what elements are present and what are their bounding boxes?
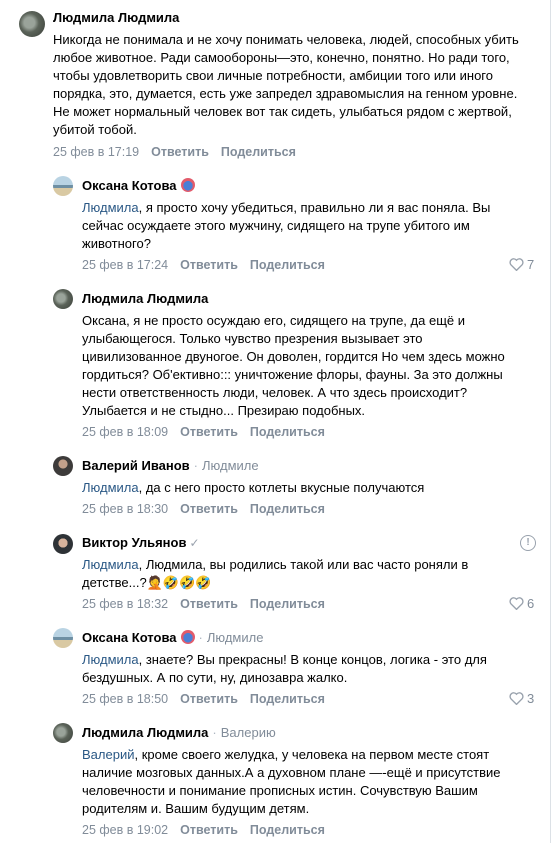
- comments-thread: Людмила Людмила Никогда не понимала и не…: [0, 0, 559, 843]
- reply-button[interactable]: Ответить: [151, 145, 209, 159]
- share-button[interactable]: Поделиться: [250, 258, 325, 272]
- share-button[interactable]: Поделиться: [250, 597, 325, 611]
- comment-date[interactable]: 25 фев в 18:32: [82, 597, 168, 611]
- comment-text: Валерий, кроме своего желудка, у человек…: [82, 747, 501, 816]
- emoji-sequence: 🤦🤣🤣🤣: [146, 575, 212, 590]
- emoji-status-icon: [180, 630, 195, 644]
- author-name[interactable]: Оксана Котова: [82, 630, 177, 645]
- heart-icon: [509, 597, 524, 613]
- share-button[interactable]: Поделиться: [221, 145, 296, 159]
- author-name[interactable]: Людмила Людмила: [82, 725, 208, 740]
- avatar[interactable]: [19, 11, 45, 37]
- avatar[interactable]: [53, 723, 73, 743]
- comment-date[interactable]: 25 фев в 19:02: [82, 823, 168, 837]
- author-name[interactable]: Людмила Людмила: [82, 291, 208, 306]
- avatar[interactable]: [53, 176, 73, 196]
- like-button[interactable]: 3: [509, 691, 534, 708]
- share-button[interactable]: Поделиться: [250, 692, 325, 706]
- like-button[interactable]: 6: [509, 596, 534, 613]
- reply-button[interactable]: Ответить: [180, 425, 238, 439]
- emoji-status-icon: [180, 178, 195, 192]
- comment-text: Людмила, Людмила, вы родились такой или …: [82, 557, 469, 590]
- mention-link[interactable]: Валерий: [82, 747, 134, 762]
- reply-to-link[interactable]: Валерию: [221, 725, 276, 740]
- author-name[interactable]: Оксана Котова: [82, 178, 177, 193]
- like-count: 6: [527, 596, 535, 611]
- author-name[interactable]: Людмила Людмила: [53, 10, 179, 25]
- reply-button[interactable]: Ответить: [180, 597, 238, 611]
- comment-date[interactable]: 25 фев в 18:09: [82, 425, 168, 439]
- avatar[interactable]: [53, 289, 73, 309]
- author-name[interactable]: Виктор Ульянов: [82, 535, 186, 550]
- share-button[interactable]: Поделиться: [250, 425, 325, 439]
- comment-text: Никогда не понимала и не хочу понимать ч…: [53, 32, 519, 137]
- heart-icon: [509, 692, 524, 708]
- like-button[interactable]: 7: [509, 257, 534, 274]
- share-button[interactable]: Поделиться: [250, 823, 325, 837]
- reply-button[interactable]: Ответить: [180, 258, 238, 272]
- comment-text: Людмила, да с него просто котлеты вкусны…: [82, 480, 425, 495]
- mention-link[interactable]: Людмила: [82, 480, 139, 495]
- reply-button[interactable]: Ответить: [180, 502, 238, 516]
- avatar[interactable]: [53, 456, 73, 476]
- comment-text: Людмила, знаете? Вы прекрасны! В конце к…: [82, 652, 487, 685]
- comment-date[interactable]: 25 фев в 18:30: [82, 502, 168, 516]
- comment-text: Оксана, я не просто осуждаю его, сидящег…: [82, 313, 505, 418]
- avatar[interactable]: [53, 534, 73, 554]
- author-name[interactable]: Валерий Иванов: [82, 458, 190, 473]
- reply-to-link[interactable]: Людмиле: [202, 458, 259, 473]
- avatar[interactable]: [53, 628, 73, 648]
- comment-date[interactable]: 25 фев в 18:50: [82, 692, 168, 706]
- mention-link[interactable]: Людмила: [82, 652, 139, 667]
- verified-check-icon: ✓: [189, 536, 200, 550]
- comment-text: Людмила, я просто хочу убедиться, правил…: [82, 200, 491, 251]
- reply-to-link[interactable]: Людмиле: [207, 630, 264, 645]
- like-count: 7: [527, 257, 535, 272]
- mention-link[interactable]: Людмила: [82, 557, 139, 572]
- share-button[interactable]: Поделиться: [250, 502, 325, 516]
- report-icon[interactable]: !: [520, 535, 536, 551]
- comment-date[interactable]: 25 фев в 17:19: [53, 145, 139, 159]
- mention-link[interactable]: Людмила: [82, 200, 139, 215]
- comment-date[interactable]: 25 фев в 17:24: [82, 258, 168, 272]
- like-count: 3: [527, 691, 535, 706]
- heart-icon: [509, 258, 524, 274]
- reply-button[interactable]: Ответить: [180, 823, 238, 837]
- reply-button[interactable]: Ответить: [180, 692, 238, 706]
- divider: [550, 0, 551, 843]
